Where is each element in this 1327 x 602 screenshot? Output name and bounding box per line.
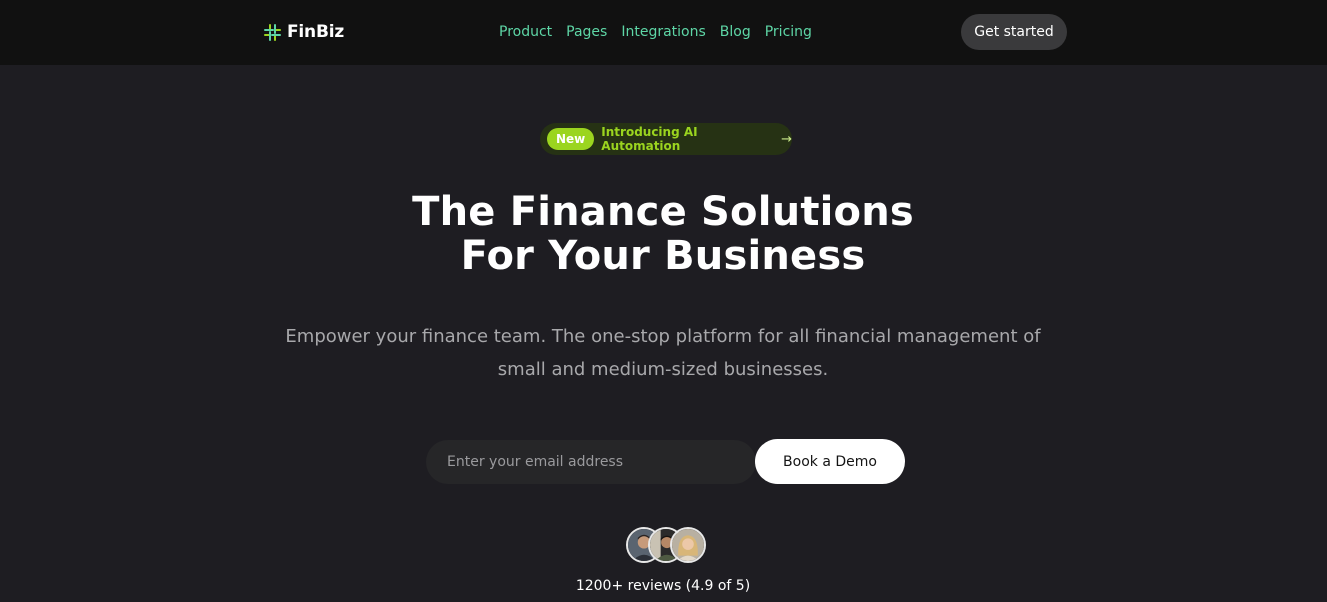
nav-item-pricing[interactable]: Pricing xyxy=(765,24,812,40)
brand-logo[interactable]: FinBiz xyxy=(264,20,344,44)
top-navigation-bar: FinBiz Product Pages Integrations Blog P… xyxy=(0,0,1327,65)
nav-item-blog[interactable]: Blog xyxy=(720,24,751,40)
hero-headline: The Finance Solutions For Your Business xyxy=(263,190,1063,278)
announcement-text: Introducing AI Automation xyxy=(601,125,698,153)
reviews-summary: 1200+ reviews (4.9 of 5) xyxy=(575,578,751,594)
announcement-pill[interactable]: New Introducing AI Automation → xyxy=(540,123,792,155)
main-nav: Product Pages Integrations Blog Pricing xyxy=(499,22,812,42)
avatar-woman-icon xyxy=(670,527,706,563)
brand-name: FinBiz xyxy=(287,22,345,42)
email-input[interactable] xyxy=(426,440,756,484)
new-badge: New xyxy=(547,128,595,150)
headline-line-2: For Your Business xyxy=(460,233,866,279)
arrow-right-icon: → xyxy=(781,131,792,147)
nav-item-integrations[interactable]: Integrations xyxy=(621,24,705,40)
avatar-group xyxy=(626,527,706,563)
book-demo-button[interactable]: Book a Demo xyxy=(755,439,905,484)
nav-item-pages[interactable]: Pages xyxy=(566,24,607,40)
headline-line-1: The Finance Solutions xyxy=(412,189,914,235)
hero-subtitle: Empower your finance team. The one-stop … xyxy=(285,326,1041,380)
nav-item-product[interactable]: Product xyxy=(499,24,552,40)
get-started-button[interactable]: Get started xyxy=(961,14,1067,50)
logo-mark-icon xyxy=(264,23,281,41)
